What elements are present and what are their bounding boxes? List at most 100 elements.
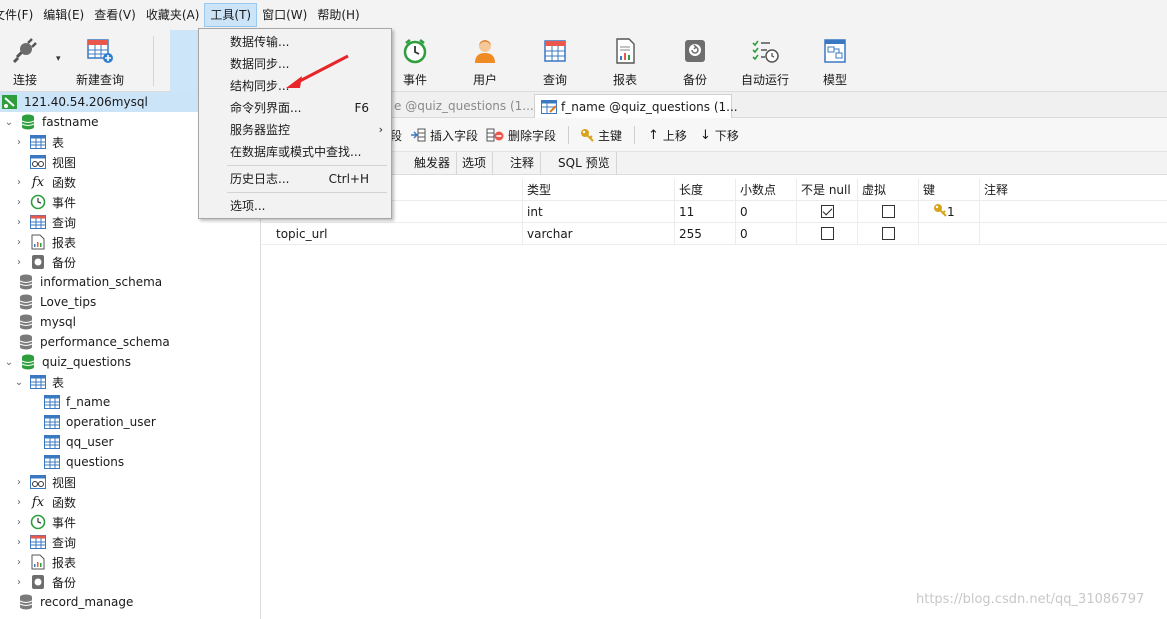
field-virtual-cell: [858, 223, 919, 245]
tree-table-f-name[interactable]: f_name: [0, 392, 260, 412]
tree-db-performance-schema[interactable]: performance_schema: [0, 332, 260, 352]
menu-find-in-database[interactable]: 在数据库或模式中查找...: [199, 141, 391, 163]
tree-quiz-events[interactable]: › 事件: [0, 512, 260, 532]
tab-options[interactable]: 选项: [456, 152, 494, 175]
tree-db-love-tips[interactable]: Love_tips: [0, 292, 260, 312]
chevron-right-icon[interactable]: ›: [14, 497, 24, 508]
menu-edit[interactable]: 编辑(E): [38, 3, 89, 27]
chevron-right-icon[interactable]: ›: [14, 577, 24, 588]
key-icon: [933, 202, 947, 224]
field-name-cell[interactable]: topic_url: [262, 223, 523, 245]
chevron-right-icon[interactable]: ›: [14, 257, 24, 268]
backup-button[interactable]: 备份: [678, 30, 712, 92]
menu-server-monitor[interactable]: 服务器监控 ›: [199, 119, 391, 141]
chevron-right-icon[interactable]: ›: [14, 537, 24, 548]
user-button[interactable]: 用户: [468, 30, 502, 92]
menu-file[interactable]: 文件(F): [0, 3, 38, 27]
field-decimals-cell[interactable]: 0: [736, 223, 797, 245]
tab-sql-preview[interactable]: SQL 预览: [552, 152, 617, 175]
tab-quiz-questions-1[interactable]: e @quiz_questions (1...: [388, 94, 540, 118]
field-type-cell[interactable]: int: [523, 201, 675, 223]
tree-quiz-tables[interactable]: ⌄ 表: [0, 372, 260, 392]
tree-db-record-manage[interactable]: record_manage: [0, 592, 260, 612]
chevron-right-icon[interactable]: ›: [14, 177, 24, 188]
chevron-right-icon[interactable]: ›: [14, 197, 24, 208]
backup-icon: [680, 36, 710, 66]
tree-fastname-reports[interactable]: › 报表: [0, 232, 260, 252]
connect-dropdown-icon[interactable]: ▾: [56, 54, 61, 64]
chevron-down-icon[interactable]: ⌄: [4, 357, 14, 368]
table-design-icon: [541, 99, 557, 115]
fields-grid: 类型 长度 小数点 不是 null 虚拟 键 注释 int 11 0 1 top…: [262, 177, 1167, 619]
menu-console[interactable]: 命令列界面... F6: [199, 97, 391, 119]
tree-table-qq-user[interactable]: qq_user: [0, 432, 260, 452]
connect-button[interactable]: 连接: [4, 30, 46, 92]
tree-table-questions[interactable]: questions: [0, 452, 260, 472]
not-null-checkbox[interactable]: [821, 205, 834, 218]
chevron-down-icon[interactable]: ⌄: [14, 377, 24, 388]
chevron-right-icon[interactable]: ›: [14, 137, 24, 148]
menu-favorites[interactable]: 收藏夹(A): [141, 3, 205, 27]
field-comment-cell[interactable]: [980, 223, 1167, 245]
tree-quiz-views[interactable]: › 视图: [0, 472, 260, 492]
toolbar-separator: [568, 126, 569, 144]
menu-help[interactable]: 帮助(H): [312, 3, 364, 27]
field-key-cell[interactable]: [919, 223, 980, 245]
insert-field-button[interactable]: 插入字段: [410, 118, 478, 152]
virtual-checkbox[interactable]: [882, 227, 895, 240]
field-length-cell[interactable]: 11: [675, 201, 736, 223]
table-add-icon: [85, 36, 115, 66]
model-icon: [820, 36, 850, 66]
tab-comment[interactable]: 注释: [504, 152, 542, 175]
database-icon: [18, 294, 34, 310]
auto-run-button[interactable]: 自动运行: [738, 30, 792, 92]
chevron-right-icon[interactable]: ›: [14, 237, 24, 248]
table-row[interactable]: topic_url varchar 255 0: [262, 223, 1167, 245]
menu-tools[interactable]: 工具(T): [204, 3, 258, 27]
move-up-button[interactable]: ↑ 上移: [648, 118, 687, 152]
tree-quiz-reports[interactable]: › 报表: [0, 552, 260, 572]
primary-key-button[interactable]: 主键: [580, 118, 622, 152]
tab-triggers[interactable]: 触发器: [408, 152, 458, 175]
menu-history-log[interactable]: 历史日志... Ctrl+H: [199, 168, 391, 190]
report-button[interactable]: 报表: [608, 30, 642, 92]
new-query-button[interactable]: 新建查询: [72, 30, 128, 92]
tree-db-mysql[interactable]: mysql: [0, 312, 260, 332]
model-button[interactable]: 模型: [818, 30, 852, 92]
insert-row-icon: [410, 128, 426, 142]
database-icon: [18, 594, 34, 610]
virtual-checkbox[interactable]: [882, 205, 895, 218]
menu-window[interactable]: 窗口(W): [257, 3, 312, 27]
tree-quiz-backups[interactable]: › 备份: [0, 572, 260, 592]
tree-fastname-backups[interactable]: › 备份: [0, 252, 260, 272]
table-row[interactable]: int 11 0 1: [262, 201, 1167, 223]
tree-db-information-schema[interactable]: information_schema: [0, 272, 260, 292]
chevron-right-icon[interactable]: ›: [14, 217, 24, 228]
tree-table-operation-user[interactable]: operation_user: [0, 412, 260, 432]
chevron-down-icon[interactable]: ⌄: [4, 117, 14, 128]
chevron-right-icon[interactable]: ›: [14, 557, 24, 568]
event-button[interactable]: 事件: [398, 30, 432, 92]
tree-quiz-functions[interactable]: › fx 函数: [0, 492, 260, 512]
field-comment-cell[interactable]: [980, 201, 1167, 223]
chevron-right-icon[interactable]: ›: [14, 477, 24, 488]
delete-field-button[interactable]: 删除字段: [486, 118, 556, 152]
arrow-up-icon: ↑: [648, 127, 659, 143]
tree-quiz-queries[interactable]: › 查询: [0, 532, 260, 552]
query-button[interactable]: 查询: [538, 30, 572, 92]
field-type-cell[interactable]: varchar: [523, 223, 675, 245]
checklist-clock-icon: [750, 36, 780, 66]
table-button[interactable]: [170, 30, 200, 92]
menu-options[interactable]: 选项...: [199, 195, 391, 217]
tree-db-quiz-questions[interactable]: ⌄ quiz_questions: [0, 352, 260, 372]
field-key-cell[interactable]: 1: [919, 201, 980, 223]
move-down-button[interactable]: ↓ 下移: [700, 118, 739, 152]
menu-view[interactable]: 查看(V): [89, 3, 141, 27]
not-null-checkbox[interactable]: [821, 227, 834, 240]
function-icon: fx: [31, 174, 45, 190]
field-decimals-cell[interactable]: 0: [736, 201, 797, 223]
field-length-cell[interactable]: 255: [675, 223, 736, 245]
designer-sub-tabs: 触发器 选项 注释 SQL 预览: [262, 152, 1167, 175]
chevron-right-icon[interactable]: ›: [14, 517, 24, 528]
tab-f-name-design[interactable]: f_name @quiz_questions (1...: [534, 94, 738, 118]
